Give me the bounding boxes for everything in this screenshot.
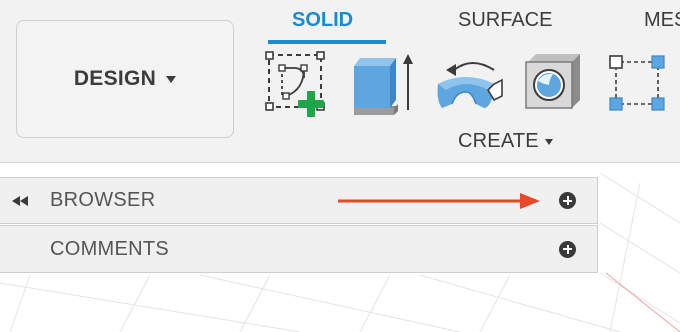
browser-panel-title: BROWSER: [50, 189, 156, 211]
active-tab-indicator: [268, 40, 386, 44]
chevron-down-icon: [166, 75, 177, 83]
create-menu-dropdown[interactable]: CREATE: [458, 130, 553, 153]
revolve-button[interactable]: [432, 50, 504, 118]
tab-mesh[interactable]: MES: [644, 8, 680, 32]
hole-icon: [525, 54, 580, 109]
comments-panel: COMMENTS: [0, 225, 598, 273]
chevron-down-icon: [544, 138, 553, 145]
sketch-plus-icon: [265, 51, 325, 117]
tab-surface[interactable]: SURFACE: [458, 8, 552, 32]
hole-button[interactable]: [518, 50, 590, 118]
workspace-switcher-button[interactable]: DESIGN: [16, 20, 234, 138]
browser-panel: BROWSER: [0, 177, 598, 224]
revolve-icon: [437, 62, 503, 108]
expand-browser-button[interactable]: [559, 192, 576, 209]
tab-solid[interactable]: SOLID: [292, 8, 353, 32]
collapse-panel-button[interactable]: [10, 178, 32, 223]
toolbar: DESIGN SOLID SURFACE MES: [0, 0, 680, 163]
extrude-icon: [354, 54, 413, 115]
comments-panel-title: COMMENTS: [50, 237, 170, 260]
pattern-icon: [609, 55, 665, 111]
expand-comments-button[interactable]: [559, 240, 576, 258]
workspace-label: DESIGN: [73, 67, 157, 90]
extrude-button[interactable]: [346, 50, 418, 118]
double-chevron-left-icon: [12, 195, 28, 206]
create-menu-label: CREATE: [458, 130, 539, 152]
create-sketch-button[interactable]: [264, 50, 336, 118]
pattern-button[interactable]: [604, 50, 676, 118]
